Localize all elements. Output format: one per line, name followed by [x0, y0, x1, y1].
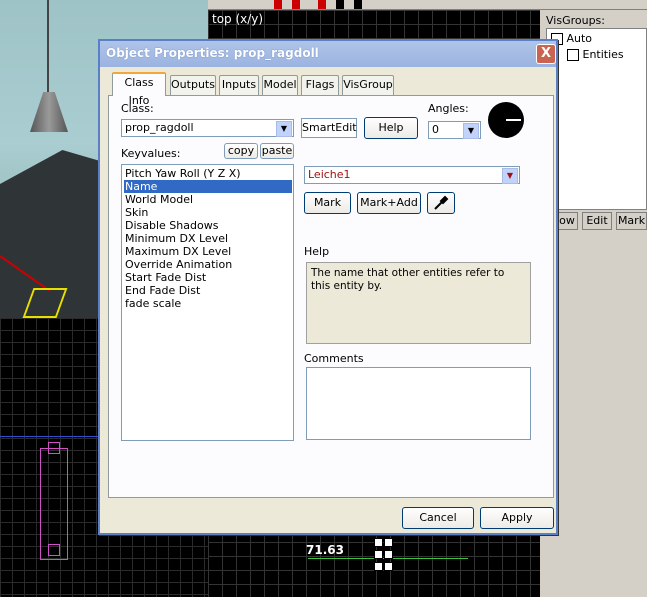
ceiling-lamp	[30, 92, 68, 132]
dialog-title: Object Properties: prop_ragdoll	[106, 46, 319, 60]
toolbar-button[interactable]	[336, 0, 344, 9]
chevron-down-icon[interactable]: ▼	[276, 121, 292, 137]
visgroups-title: VisGroups:	[546, 14, 605, 27]
close-icon: X	[540, 46, 552, 61]
visgroups-tree[interactable]: Auto Entities	[546, 28, 647, 210]
comments-label: Comments	[304, 352, 364, 365]
keyvalue-value-dropdown[interactable]: Leiche1 ▼	[304, 166, 520, 184]
tab-outputs[interactable]: Outputs	[170, 75, 216, 95]
tab-flags[interactable]: Flags	[301, 75, 339, 95]
angle-dial[interactable]	[488, 102, 524, 138]
copy-button[interactable]: copy	[224, 143, 258, 159]
toolbar-button[interactable]	[318, 0, 326, 9]
list-item[interactable]: Minimum DX Level	[124, 232, 292, 245]
angles-value: 0	[432, 123, 439, 136]
selection-handle[interactable]	[374, 550, 383, 559]
selection-handle[interactable]	[384, 562, 393, 571]
chevron-down-icon[interactable]: ▼	[502, 168, 518, 184]
smartedit-toggle[interactable]: SmartEdit	[301, 118, 357, 138]
list-item[interactable]: End Fade Dist	[124, 284, 292, 297]
help-text: The name that other entities refer to th…	[311, 267, 505, 292]
list-item[interactable]: Start Fade Dist	[124, 271, 292, 284]
viewport-label: top (x/y)	[212, 12, 264, 26]
visgroup-entities[interactable]: Entities	[567, 48, 624, 61]
tab-visgroup[interactable]: VisGroup	[342, 75, 394, 95]
editor-toolbar	[208, 0, 647, 10]
toolbar-button[interactable]	[354, 0, 362, 9]
list-item[interactable]: Skin	[124, 206, 292, 219]
list-item[interactable]: World Model	[124, 193, 292, 206]
class-value: prop_ragdoll	[125, 121, 194, 134]
chevron-down-icon[interactable]: ▼	[463, 123, 479, 139]
apply-button[interactable]: Apply	[480, 507, 554, 529]
tab-inputs[interactable]: Inputs	[219, 75, 259, 95]
entity-handle	[48, 544, 60, 556]
visgroup-label: Auto	[566, 32, 593, 45]
cancel-button[interactable]: Cancel	[402, 507, 474, 529]
toolbar-button[interactable]	[292, 0, 300, 9]
angle-needle	[506, 119, 521, 121]
toolbar-button[interactable]	[274, 0, 282, 9]
angles-label: Angles:	[428, 102, 469, 115]
keyvalues-label: Keyvalues:	[121, 147, 181, 160]
help-button[interactable]: Help	[364, 117, 418, 139]
list-item[interactable]: Disable Shadows	[124, 219, 292, 232]
close-button[interactable]: X	[536, 44, 556, 64]
object-properties-dialog: Object Properties: prop_ragdoll X Class …	[98, 39, 558, 535]
comments-textarea[interactable]	[306, 367, 531, 440]
mark-button[interactable]: Mark	[304, 192, 351, 214]
list-item[interactable]: Pitch Yaw Roll (Y Z X)	[124, 167, 292, 180]
dialog-title-bar[interactable]: Object Properties: prop_ragdoll	[100, 41, 556, 67]
checkbox[interactable]	[567, 49, 579, 61]
eyedropper-button[interactable]	[427, 192, 455, 214]
tab-model[interactable]: Model	[262, 75, 298, 95]
selection-handle[interactable]	[384, 538, 393, 547]
selection-handle[interactable]	[384, 550, 393, 559]
angles-dropdown[interactable]: 0 ▼	[428, 121, 481, 139]
show-button[interactable]: ow	[556, 212, 578, 230]
list-item[interactable]: Override Animation	[124, 258, 292, 271]
mark-add-button[interactable]: Mark+Add	[357, 192, 421, 214]
help-text-box: The name that other entities refer to th…	[306, 262, 531, 344]
edit-button[interactable]: Edit	[582, 212, 612, 230]
selection-handle[interactable]	[374, 562, 383, 571]
list-item[interactable]: fade scale	[124, 297, 292, 310]
entity-handle	[48, 442, 60, 454]
help-section-label: Help	[304, 245, 330, 258]
list-item[interactable]: Maximum DX Level	[124, 245, 292, 258]
selection-handle[interactable]	[374, 538, 383, 547]
class-dropdown[interactable]: prop_ragdoll ▼	[121, 119, 294, 137]
list-item-selected[interactable]: Name	[124, 180, 292, 193]
keyvalues-list[interactable]: Pitch Yaw Roll (Y Z X) Name World Model …	[121, 164, 294, 441]
eyedropper-icon	[434, 195, 449, 210]
keyvalue-value: Leiche1	[308, 168, 351, 181]
measurement-label: 71.63	[306, 543, 344, 557]
paste-button[interactable]: paste	[260, 143, 294, 159]
mark-visgroup-button[interactable]: Mark	[616, 212, 647, 230]
lamp-cable	[47, 0, 49, 92]
visgroup-label: Entities	[582, 48, 624, 61]
tab-class-info[interactable]: Class Info	[112, 72, 166, 107]
